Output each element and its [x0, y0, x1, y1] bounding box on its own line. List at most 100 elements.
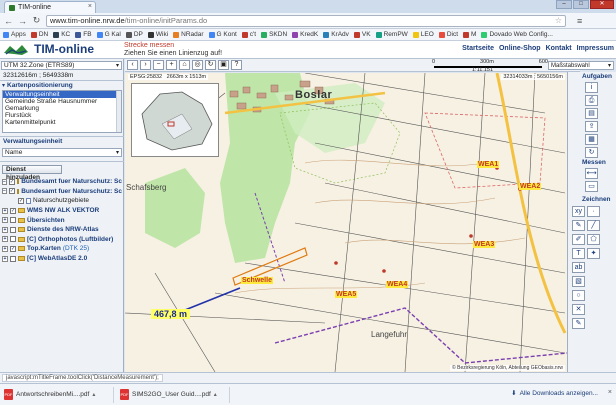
bookmark-item[interactable]: FB — [75, 31, 92, 38]
overview-icon[interactable]: ▣ — [218, 60, 229, 70]
expand-icon[interactable]: + — [2, 226, 8, 233]
forward-icon[interactable]: → — [18, 16, 27, 26]
layer-tree-node[interactable]: − ✓ Bundesamt fuer Naturschutz: Sc — [2, 187, 122, 197]
download-item[interactable]: PDF AntwortschreibenMi....pdf ▴ — [4, 386, 114, 403]
overview-map[interactable] — [131, 83, 219, 157]
export-icon[interactable]: ⇪ — [585, 121, 598, 132]
browser-menu-icon[interactable]: ≡ — [577, 16, 582, 26]
layer-checkbox[interactable] — [10, 217, 16, 224]
close-downloads-icon[interactable]: × — [608, 389, 612, 396]
close-window-button[interactable]: ✕ — [590, 0, 614, 9]
bookmark-item[interactable]: c't — [241, 31, 256, 38]
layer-checkbox[interactable]: ✓ — [8, 178, 15, 185]
minimize-button[interactable]: – — [556, 0, 572, 9]
bookmark-item[interactable]: Dict — [438, 31, 458, 38]
print-icon[interactable]: ⎙ — [585, 95, 598, 106]
layer-tree-node[interactable]: − ✓ Bundesamt fuer Naturschutz: Sc — [2, 177, 122, 187]
bookmark-item[interactable]: LEO — [412, 31, 434, 38]
map-canvas[interactable]: EPSG:25832 2663m x 1513m 32314033m ; 565… — [125, 73, 567, 372]
draw-xy-icon[interactable]: xy — [572, 206, 585, 217]
layer-tree-node[interactable]: + [C] WebAtlasDE 2.0 — [2, 254, 122, 264]
help-icon[interactable]: ? — [231, 60, 242, 70]
list-item[interactable]: Kartenmittelpunkt — [3, 119, 121, 126]
layer-checkbox[interactable] — [10, 255, 16, 262]
draw-line-icon[interactable]: ╱ — [587, 220, 600, 231]
layer-checkbox[interactable] — [10, 236, 16, 243]
draw-circle-icon[interactable]: ○ — [572, 290, 585, 301]
positioning-listbox[interactable]: Verwaltungseinheit Gemeinde Straße Hausn… — [2, 90, 122, 133]
link-kontakt[interactable]: Kontakt — [546, 45, 572, 52]
draw-symbol-icon[interactable]: ✦ — [587, 248, 600, 259]
draw-point-icon[interactable]: · — [587, 206, 600, 217]
bookmark-item[interactable]: G Kal — [96, 31, 121, 38]
draw-brush-icon[interactable]: ✐ — [572, 234, 585, 245]
layer-tree-node[interactable]: ✓ Naturschutzgebiete — [2, 196, 122, 206]
reload-layers-icon[interactable]: ↻ — [585, 147, 598, 158]
home-icon[interactable]: ⌂ — [179, 60, 190, 70]
scale-select[interactable]: Maßstabswahl — [548, 61, 614, 70]
layer-tree-node[interactable]: + ✓ WMS NW ALK VEKTOR — [2, 206, 122, 216]
bookmark-item[interactable]: M — [463, 31, 476, 38]
tab-close-icon[interactable]: × — [88, 3, 92, 10]
zoom-in-icon[interactable]: + — [166, 60, 177, 70]
layer-checkbox[interactable]: ✓ — [18, 197, 24, 204]
download-item[interactable]: PDF SIMS2GO_User Guid....pdf ▴ — [120, 386, 230, 403]
listbox-scrollbar[interactable] — [116, 91, 121, 132]
bookmark-item[interactable]: Apps — [3, 31, 26, 38]
expand-icon[interactable]: + — [2, 245, 8, 252]
reload-icon[interactable]: ↻ — [32, 15, 41, 26]
bookmark-star-icon[interactable]: ☆ — [555, 16, 565, 25]
layer-tree-node[interactable]: + ✓ Top.Karten (DTK 25) — [2, 244, 122, 254]
browser-tab[interactable]: TIM-online × — [4, 1, 96, 13]
bookmark-item[interactable]: DP — [125, 31, 143, 38]
measure-distance-icon[interactable]: ⟷ — [585, 168, 598, 179]
maximize-button[interactable]: □ — [573, 0, 589, 9]
link-online-shop[interactable]: Online-Shop — [499, 45, 541, 52]
table-icon[interactable]: ▦ — [585, 134, 598, 145]
bookmark-item[interactable]: RemPW — [375, 31, 408, 38]
draw-fill-icon[interactable]: ▧ — [572, 276, 585, 287]
edit-drawing-icon[interactable]: ✎ — [572, 318, 585, 329]
pan-left-icon[interactable]: ‹ — [127, 60, 138, 70]
list-item[interactable]: Flurstück — [3, 112, 121, 119]
link-impressum[interactable]: Impressum — [577, 45, 614, 52]
bookmark-item[interactable]: Wiki — [147, 31, 168, 38]
list-item[interactable]: Gemarkung — [3, 105, 121, 112]
list-item[interactable]: Gemeinde Straße Hausnummer — [3, 98, 121, 105]
expand-icon[interactable]: + — [2, 255, 8, 262]
bookmark-item[interactable]: KrAdv — [323, 31, 349, 38]
pan-right-icon[interactable]: › — [140, 60, 151, 70]
list-item[interactable]: Verwaltungseinheit — [3, 91, 121, 98]
globe-icon[interactable]: ◎ — [192, 60, 203, 70]
bookmark-item[interactable]: VK — [353, 31, 371, 38]
refresh-icon[interactable]: ↻ — [205, 60, 216, 70]
layer-checkbox[interactable]: ✓ — [8, 188, 15, 195]
collapse-icon[interactable]: − — [2, 178, 7, 185]
bookmark-item[interactable]: SKDN — [261, 31, 287, 38]
collapse-icon[interactable]: − — [2, 188, 7, 195]
delete-drawing-icon[interactable]: ✕ — [572, 304, 585, 315]
link-startseite[interactable]: Startseite — [462, 45, 494, 52]
bookmark-item[interactable]: G Kont — [208, 31, 237, 38]
back-icon[interactable]: ← — [4, 16, 13, 26]
bookmark-item[interactable]: NRadar — [173, 31, 204, 38]
layer-tree-node[interactable]: + Übersichten — [2, 215, 122, 225]
layer-checkbox[interactable]: ✓ — [10, 245, 16, 252]
bookmark-item[interactable]: DN — [30, 31, 48, 38]
expand-icon[interactable]: + — [2, 236, 8, 243]
draw-polygon-icon[interactable]: ⬠ — [587, 234, 600, 245]
info-icon[interactable]: i — [585, 82, 598, 93]
address-bar[interactable]: www.tim-online.nrw.de/tim-online/initPar… — [46, 14, 566, 27]
measure-area-icon[interactable]: ▭ — [585, 181, 598, 192]
layer-tree-node[interactable]: + Dienste des NRW-Atlas — [2, 225, 122, 235]
chevron-up-icon[interactable]: ▴ — [92, 391, 95, 398]
zoom-out-icon[interactable]: − — [153, 60, 164, 70]
bookmark-item[interactable]: KredK — [292, 31, 318, 38]
expand-icon[interactable]: + — [2, 217, 8, 224]
draw-pen-icon[interactable]: ✎ — [572, 220, 585, 231]
draw-label-icon[interactable]: ab — [572, 262, 585, 273]
add-service-button[interactable]: Dienst hinzuladen — [2, 165, 62, 181]
bookmark-item[interactable]: KC — [53, 31, 70, 38]
crs-select[interactable]: UTM 32.Zone (ETRS89) — [1, 61, 122, 70]
bookmark-item[interactable]: Dovado Web Config... — [481, 31, 553, 38]
